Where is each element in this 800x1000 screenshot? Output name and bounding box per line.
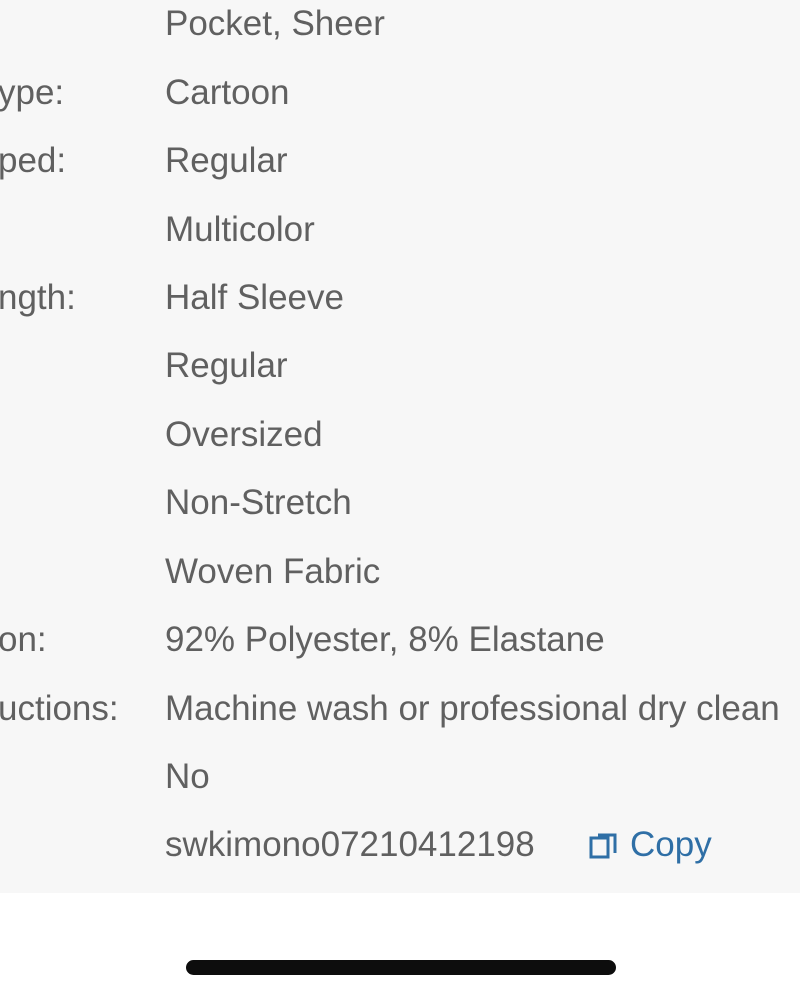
product-details-screen: Pocket, Sheer ype: Cartoon ped: Regular …: [0, 0, 800, 1000]
spec-value-pattern-type: Cartoon: [165, 73, 290, 112]
spec-value-fit: Oversized: [165, 415, 323, 454]
copy-sku-button[interactable]: Copy: [588, 811, 712, 879]
spec-value-sleeve-length: Half Sleeve: [165, 278, 344, 317]
spec-row-sleeve-type: ped: Regular: [0, 127, 800, 195]
spec-row-details: Pocket, Sheer: [0, 0, 800, 58]
spec-value-sheer: No: [165, 757, 210, 796]
spec-row-stretch: Non-Stretch: [0, 469, 800, 537]
spec-row-care-instructions: uctions: Machine wash or professional dr…: [0, 675, 800, 743]
spec-value-length: Regular: [165, 346, 288, 385]
spec-value-color: Multicolor: [165, 210, 315, 249]
home-indicator[interactable]: [186, 960, 616, 975]
spec-row-sheer: No: [0, 743, 800, 811]
spec-row-fabric: Woven Fabric: [0, 538, 800, 606]
specifications-panel: Pocket, Sheer ype: Cartoon ped: Regular …: [0, 0, 800, 893]
copy-label: Copy: [630, 825, 712, 864]
spec-row-pattern-type: ype: Cartoon: [0, 59, 800, 127]
spec-value-stretch: Non-Stretch: [165, 483, 352, 522]
spec-row-fit: Oversized: [0, 401, 800, 469]
spec-row-length: Regular: [0, 332, 800, 400]
spec-value-sleeve-type: Regular: [165, 141, 288, 180]
spec-value-composition: 92% Polyester, 8% Elastane: [165, 620, 605, 659]
spec-row-composition: on: 92% Polyester, 8% Elastane: [0, 606, 800, 674]
copy-icon: [588, 829, 620, 861]
spec-row-color: Multicolor: [0, 196, 800, 264]
spec-row-sku: swkimono07210412198 Copy: [0, 811, 800, 879]
spec-value-fabric: Woven Fabric: [165, 552, 381, 591]
spec-value-sku: swkimono07210412198: [165, 825, 535, 864]
spec-row-sleeve-length: ngth: Half Sleeve: [0, 264, 800, 332]
spec-value-details: Pocket, Sheer: [165, 4, 385, 43]
spec-value-care-instructions: Machine wash or professional dry clean: [165, 689, 780, 728]
